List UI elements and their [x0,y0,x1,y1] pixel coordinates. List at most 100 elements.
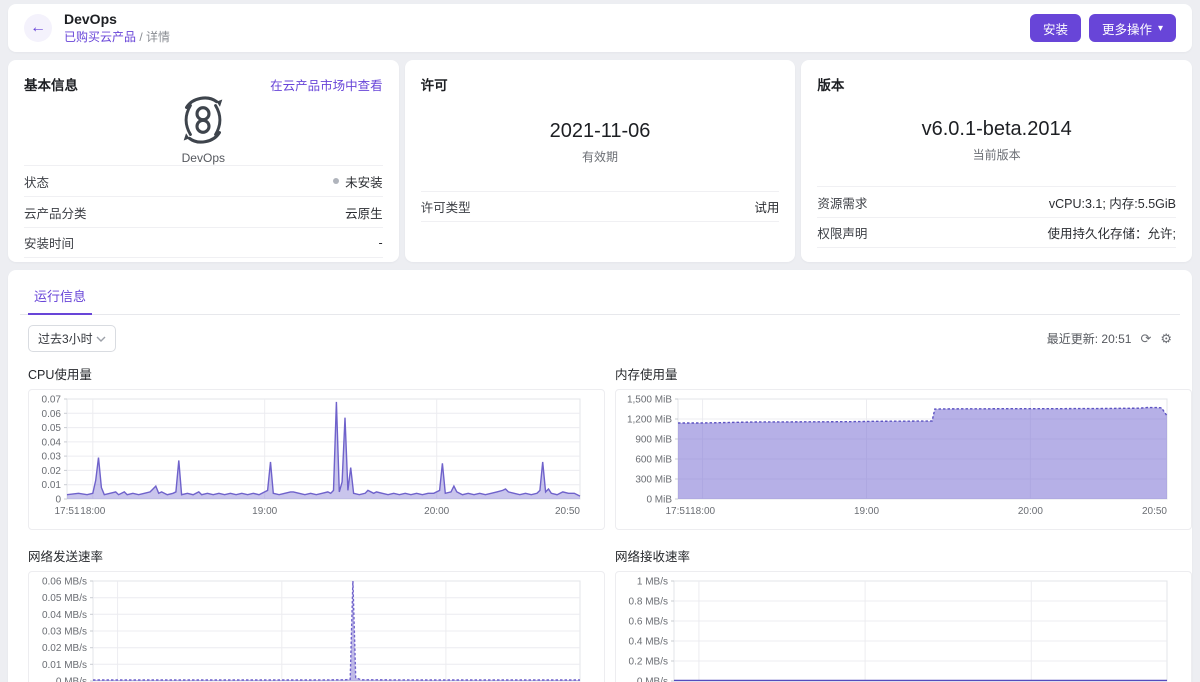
chart-svg: 0 MiB300 MiB600 MiB900 MiB1,200 MiB1,500… [616,390,1191,524]
svg-text:20:50: 20:50 [555,506,580,517]
time-range-value: 过去3小时 [38,330,93,347]
basic-info-card: 基本信息 在云产品市场中查看 DevOps [8,60,399,262]
svg-text:0.03: 0.03 [42,452,62,463]
install-time-value: - [378,236,382,250]
charts-grid: CPU使用量 00.010.020.030.040.050.060.0717:5… [28,364,1172,682]
license-rows: 许可类型 试用 [421,191,780,222]
svg-text:20:00: 20:00 [424,506,449,517]
title-block: DevOps 已购买云产品 / 详情 [64,11,170,45]
svg-text:0.05 MB/s: 0.05 MB/s [42,593,87,604]
status-badge: 未安装 [345,172,383,191]
svg-text:1,500 MiB: 1,500 MiB [627,395,672,406]
memory-usage-chart: 0 MiB300 MiB600 MiB900 MiB1,200 MiB1,500… [615,389,1192,530]
svg-text:0 MB/s: 0 MB/s [56,677,87,682]
svg-text:20:50: 20:50 [1142,506,1167,517]
license-card: 许可 2021-11-06 有效期 许可类型 试用 [405,60,796,262]
cpu-usage-chart-title: CPU使用量 [28,364,605,383]
back-button[interactable]: ← [24,14,52,42]
install-button-label: 安装 [1043,19,1068,38]
svg-text:20:00: 20:00 [1018,506,1043,517]
svg-text:0.02: 0.02 [42,466,62,477]
permissions-label: 权限声明 [817,223,867,242]
tab-bar: 运行信息 [20,282,1180,315]
network-receive-chart-title: 网络接收速率 [615,546,1192,565]
page-title: DevOps [64,11,170,27]
chart-svg: 0 MB/s 0.01 MB/s 0.02 MB/s 0.03 MB/s 0.04 MB… [29,572,604,682]
svg-text:0.04: 0.04 [42,437,62,448]
page: ← DevOps 已购买云产品 / 详情 安装 更多操作 ▾ 基本信息 [0,0,1200,682]
breadcrumb-separator: / [139,30,142,44]
time-range-select[interactable]: 过去3小时 [28,325,116,352]
product-name: DevOps [182,151,225,165]
install-button[interactable]: 安装 [1030,14,1081,42]
category-label: 云产品分类 [24,203,87,222]
version-rows: 资源需求 vCPU:3.1; 内存:5.5GiB 权限声明 使用持久化存储：允许… [817,186,1176,248]
status-label: 状态 [24,172,49,191]
topbar-actions: 安装 更多操作 ▾ [1030,14,1176,42]
svg-text:0.8 MB/s: 0.8 MB/s [629,597,668,608]
svg-text:0.01 MB/s: 0.01 MB/s [42,660,87,671]
svg-text:600 MiB: 600 MiB [635,455,672,466]
svg-text:0.06: 0.06 [42,409,62,420]
svg-text:0.4 MB/s: 0.4 MB/s [629,637,668,648]
license-type-label: 许可类型 [421,197,471,216]
svg-text:300 MiB: 300 MiB [635,475,672,486]
svg-text:19:00: 19:00 [252,506,277,517]
resource-requirements-row: 资源需求 vCPU:3.1; 内存:5.5GiB [817,186,1176,217]
permissions-row: 权限声明 使用持久化存储：允许; [817,217,1176,248]
svg-text:0.04 MB/s: 0.04 MB/s [42,610,87,621]
devops-logo-icon [174,94,232,146]
svg-text:0.2 MB/s: 0.2 MB/s [629,657,668,668]
last-update-text: 最近更新: 20:51 [1047,330,1132,347]
back-arrow-icon: ← [30,19,46,37]
network-send-chart-block: 网络发送速率 0 MB/s0.01 MB/s0.02 MB/s0.03 MB/s… [28,546,605,682]
network-receive-chart: 0 MB/s0.2 MB/s0.4 MB/s0.6 MB/s0.8 MB/s1 … [615,571,1192,682]
basic-info-rows: 状态 未安装 云产品分类 云原生 安装时间 - [24,165,383,258]
svg-text:1,200 MiB: 1,200 MiB [627,415,672,426]
memory-usage-chart-title: 内存使用量 [615,364,1192,383]
svg-text:18:00: 18:00 [80,506,105,517]
svg-text:0.02 MB/s: 0.02 MB/s [42,643,87,654]
version-title: 版本 [817,74,844,94]
info-cards-row: 基本信息 在云产品市场中查看 DevOps [8,60,1192,262]
chart-svg: 00.010.020.030.040.050.060.0717:5118:001… [29,390,604,524]
svg-text:0.6 MB/s: 0.6 MB/s [629,617,668,628]
tab-runtime-info[interactable]: 运行信息 [28,282,92,315]
caret-down-icon: ▾ [1158,23,1163,34]
permissions-value: 使用持久化存储：允许; [1048,223,1176,242]
category-value: 云原生 [345,203,383,222]
view-in-marketplace-link[interactable]: 在云产品市场中查看 [270,75,383,94]
svg-text:19:00: 19:00 [854,506,879,517]
breadcrumb-link-purchased-products[interactable]: 已购买云产品 [64,30,136,44]
svg-text:17:51: 17:51 [665,506,690,517]
resource-requirements-label: 资源需求 [817,193,867,212]
svg-text:0.07: 0.07 [42,395,62,406]
svg-text:0.03 MB/s: 0.03 MB/s [42,627,87,638]
svg-text:0.06 MB/s: 0.06 MB/s [42,577,87,588]
top-bar: ← DevOps 已购买云产品 / 详情 安装 更多操作 ▾ [8,4,1192,52]
status-dot-icon [333,178,339,184]
network-send-chart: 0 MB/s 0.01 MB/s 0.02 MB/s 0.03 MB/s 0.04 MB… [28,571,605,682]
status-row: 状态 未安装 [24,165,383,196]
chart-svg: 0 MB/s0.2 MB/s0.4 MB/s0.6 MB/s0.8 MB/s1 … [616,572,1191,682]
category-row: 云产品分类 云原生 [24,196,383,227]
current-version-caption: 当前版本 [973,146,1021,163]
product-logo-block: DevOps [24,94,383,165]
gear-icon[interactable]: ⚙ [1160,332,1172,345]
chevron-down-icon [96,336,106,342]
status-value: 未安装 [333,172,383,191]
refresh-icon[interactable]: ⟳ [1140,332,1151,345]
svg-text:0: 0 [55,495,61,506]
monitor-controls: 过去3小时 最近更新: 20:51 ⟳ ⚙ [28,325,1172,352]
cpu-usage-chart-block: CPU使用量 00.010.020.030.040.050.060.0717:5… [28,364,605,530]
svg-text:1 MB/s: 1 MB/s [637,577,668,588]
cpu-usage-chart: 00.010.020.030.040.050.060.0717:5118:001… [28,389,605,530]
license-type-value: 试用 [754,197,779,216]
runtime-info-card: 运行信息 过去3小时 最近更新: 20:51 ⟳ ⚙ CPU使用量 00.010… [8,270,1192,682]
network-receive-chart-block: 网络接收速率 0 MB/s0.2 MB/s0.4 MB/s0.6 MB/s0.8… [615,546,1192,682]
current-version-value: v6.0.1-beta.2014 [922,118,1072,141]
svg-text:0 MiB: 0 MiB [646,495,672,506]
more-actions-button[interactable]: 更多操作 ▾ [1089,14,1176,42]
license-expiry-date: 2021-11-06 [550,120,651,143]
license-expiry-caption: 有效期 [582,148,618,165]
